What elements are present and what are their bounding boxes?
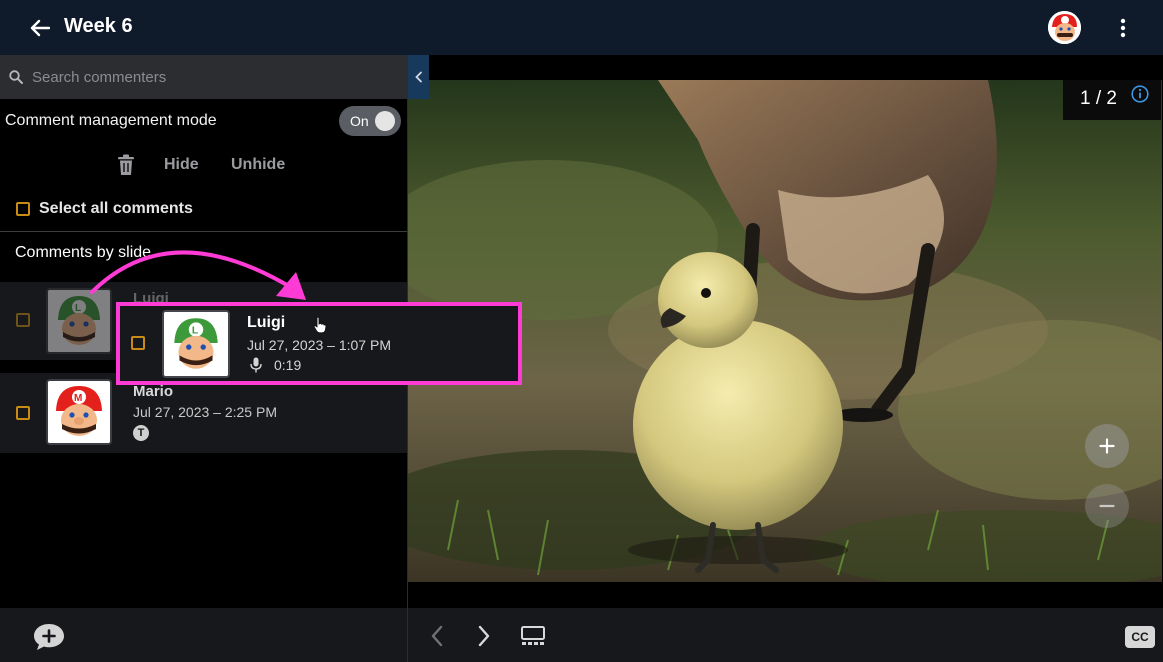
toggle-label: On (350, 113, 369, 129)
slides-grid-icon (521, 626, 545, 645)
toggle-knob (375, 111, 395, 131)
luigi-thumbnail: L (162, 310, 230, 378)
collapse-panel-button[interactable] (408, 55, 429, 99)
divider (0, 231, 407, 232)
back-button[interactable] (26, 14, 54, 42)
zoom-in-button[interactable] (1085, 424, 1129, 468)
slide-counter-text: 1 / 2 (1080, 88, 1117, 109)
hand-cursor-icon (313, 316, 327, 334)
slide-counter: 1 / 2 (1063, 80, 1161, 120)
svg-text:L: L (75, 303, 81, 314)
trash-icon[interactable] (116, 154, 136, 176)
section-title: Comments by slide (15, 244, 152, 261)
text-comment-badge: T (133, 425, 149, 441)
chevron-left-icon (414, 71, 422, 83)
top-bar: Week 6 (0, 0, 1163, 55)
hide-button[interactable]: Hide (164, 156, 199, 174)
next-slide-button[interactable] (472, 622, 496, 650)
page-title: Week 6 (64, 15, 133, 37)
zoom-out-button[interactable] (1085, 484, 1129, 528)
add-comment-icon[interactable] (32, 622, 66, 652)
luigi-thumbnail: L (46, 288, 112, 354)
user-avatar[interactable] (1048, 11, 1081, 44)
comment-date: Jul 27, 2023 – 2:25 PM (133, 404, 277, 420)
minus-icon (1099, 504, 1115, 508)
luigi-avatar-icon: L (48, 290, 110, 352)
mario-thumbnail: M (46, 379, 112, 445)
kebab-menu-button[interactable] (1110, 14, 1136, 42)
mario-avatar-icon: M (48, 381, 110, 443)
search-icon (9, 70, 23, 84)
microphone-icon (250, 357, 262, 373)
comment-checkbox[interactable] (16, 313, 30, 327)
comment-checkbox[interactable] (131, 336, 145, 350)
plus-icon (1099, 438, 1115, 454)
comment-checkbox[interactable] (16, 406, 30, 420)
luigi-avatar-icon: L (164, 312, 228, 376)
chevron-right-icon (478, 625, 490, 647)
highlighted-comment-luigi[interactable]: L Luigi Jul 27, 2023 – 1:07 PM 0:19 (116, 302, 522, 385)
comment-row-mario[interactable]: M Mario Jul 27, 2023 – 2:25 PM T (0, 373, 407, 453)
kebab-menu-icon (1120, 18, 1126, 38)
unhide-button[interactable]: Unhide (231, 156, 285, 174)
viewer-footer: CC (408, 608, 1163, 662)
slides-grid-button[interactable] (518, 622, 548, 650)
search-bar (0, 55, 407, 99)
left-footer (0, 608, 407, 662)
closed-captions-button[interactable]: CC (1125, 626, 1155, 648)
commenter-name: Luigi (247, 314, 286, 331)
search-input[interactable] (32, 65, 392, 89)
select-all-checkbox[interactable] (16, 202, 30, 216)
chevron-left-icon (431, 625, 443, 647)
previous-slide-button[interactable] (425, 622, 449, 650)
svg-text:L: L (192, 326, 198, 337)
audio-duration: 0:19 (274, 357, 302, 373)
comment-management-toggle[interactable]: On (339, 106, 401, 136)
mario-avatar-icon (1048, 11, 1081, 44)
select-all-label: Select all comments (39, 200, 193, 217)
comment-date: Jul 27, 2023 – 1:07 PM (247, 337, 391, 353)
svg-text:M: M (74, 393, 82, 404)
info-icon[interactable] (1131, 85, 1149, 103)
commenter-name: Mario (133, 383, 174, 400)
arrow-left-icon (30, 19, 50, 37)
comment-management-mode-label: Comment management mode (5, 112, 217, 129)
